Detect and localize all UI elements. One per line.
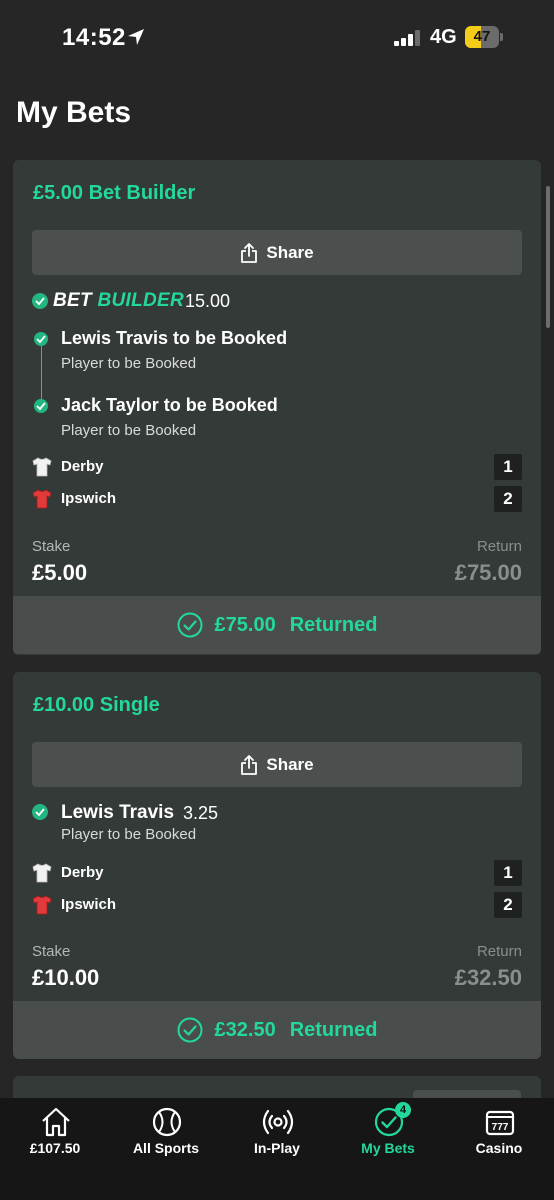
share-button[interactable]: Share: [32, 230, 522, 275]
nav-item-in-play[interactable]: In-Play: [222, 1098, 332, 1200]
status-time: 14:52: [62, 24, 126, 51]
score-home: 1: [494, 860, 522, 886]
svg-text:777: 777: [492, 1122, 509, 1133]
check-icon: [32, 293, 48, 309]
nav-label: My Bets: [361, 1140, 415, 1156]
returned-amount: £32.50: [214, 1018, 276, 1041]
white-shirt-icon: [32, 457, 52, 477]
team-name-home: Derby: [61, 864, 104, 881]
return-label: Return: [476, 943, 522, 960]
check-circle-icon: [177, 1017, 203, 1043]
selection-market: Player to be Booked: [61, 422, 197, 439]
nav-label: All Sports: [132, 1140, 200, 1156]
score-away: 2: [494, 892, 522, 918]
nav-item-balance[interactable]: £107.50: [0, 1098, 110, 1200]
page-title: My Bets: [16, 96, 132, 129]
red-shirt-icon: [32, 895, 52, 915]
red-shirt-icon: [32, 489, 52, 509]
score-home: 1: [494, 454, 522, 480]
team-name-away: Ipswich: [61, 896, 117, 913]
returned-bar: £32.50 Returned: [13, 1001, 541, 1059]
return-value: £75.00: [454, 560, 522, 585]
team-name-away: Ipswich: [61, 490, 117, 507]
scroll-indicator[interactable]: [546, 186, 550, 328]
selection-market: Player to be Booked: [61, 826, 197, 843]
bet-title: £5.00 Bet Builder: [33, 182, 196, 204]
returned-bar: £75.00 Returned: [13, 596, 541, 654]
stake-label: Stake: [32, 538, 71, 555]
return-value: £32.50: [454, 965, 522, 990]
return-label: Return: [476, 538, 522, 555]
check-circle-icon: [177, 612, 203, 638]
nav-item-casino[interactable]: 777 Casino: [444, 1098, 554, 1200]
returned-label: Returned: [289, 613, 378, 636]
bet-builder-logo: BET BUILDER: [53, 290, 185, 311]
share-label: Share: [266, 754, 314, 774]
nav-item-my-bets[interactable]: 4 My Bets: [333, 1098, 443, 1200]
selection-name: Lewis Travis to be Booked: [61, 328, 288, 348]
battery-percent: 47: [473, 28, 491, 45]
status-bar: 14:52 4G 47: [0, 0, 554, 76]
bet-card-single[interactable]: £10.00 Single Share Lewis Travis 3.25 Pl…: [13, 672, 541, 1059]
bet-odds: 15.00: [185, 291, 231, 311]
returned-label: Returned: [289, 1018, 378, 1041]
battery-icon: 47: [465, 26, 503, 48]
share-label: Share: [266, 242, 314, 262]
stake-label: Stake: [32, 943, 71, 960]
broadcast-icon: [262, 1109, 294, 1135]
location-arrow-icon: [128, 29, 144, 45]
check-icon: [34, 399, 48, 413]
nav-label: £107.50: [29, 1140, 81, 1156]
returned-amount: £75.00: [214, 613, 276, 636]
slot-machine-icon: 777: [485, 1110, 515, 1136]
check-icon: [32, 804, 48, 820]
nav-badge: 4: [395, 1102, 411, 1118]
signal-icon: [394, 30, 420, 46]
bet-odds: 3.25: [183, 803, 219, 823]
bottom-nav: £107.50 All Sports In-Play 4 My Bets 777…: [0, 1098, 554, 1200]
share-icon: [241, 242, 258, 263]
leg-connector: [41, 340, 42, 406]
nav-item-all-sports[interactable]: All Sports: [111, 1098, 221, 1200]
selection-name: Jack Taylor to be Booked: [61, 395, 278, 415]
tennis-ball-icon: [152, 1107, 182, 1137]
bet-title: £10.00 Single: [33, 694, 160, 716]
share-button[interactable]: Share: [32, 742, 522, 787]
nav-label: In-Play: [254, 1140, 300, 1156]
share-icon: [241, 754, 258, 775]
score-away: 2: [494, 486, 522, 512]
nav-label: Casino: [475, 1140, 523, 1156]
stake-value: £10.00: [32, 965, 100, 990]
network-type: 4G: [430, 26, 457, 48]
white-shirt-icon: [32, 863, 52, 883]
team-name-home: Derby: [61, 458, 104, 475]
selection-market: Player to be Booked: [61, 355, 197, 372]
home-icon: [42, 1107, 70, 1137]
stake-value: £5.00: [32, 560, 88, 585]
selection-name: Lewis Travis: [61, 802, 175, 823]
check-icon: [34, 332, 48, 346]
bet-card-bet-builder[interactable]: £5.00 Bet Builder Share BET BUILDER 15.0…: [13, 160, 541, 655]
